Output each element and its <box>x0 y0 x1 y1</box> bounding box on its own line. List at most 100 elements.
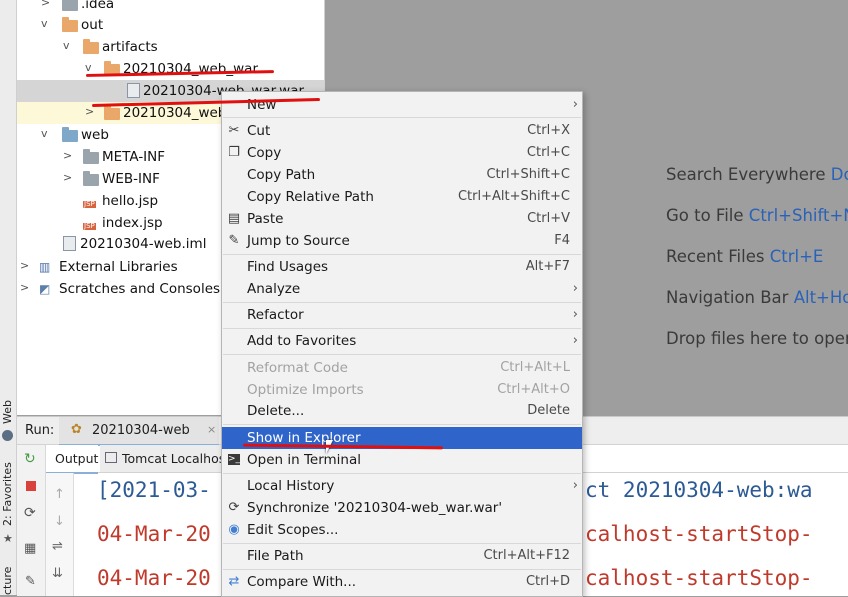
menu-item-delete[interactable]: Delete... Delete <box>222 400 582 422</box>
menu-item-local-history[interactable]: Local History › <box>222 475 582 497</box>
menu-item-find-usages[interactable]: Find Usages Alt+F7 <box>222 256 582 278</box>
structure-tool-tab[interactable]: cture <box>1 567 14 595</box>
log-line: [2021-03- <box>97 478 211 502</box>
scroll-to-end-icon[interactable]: ⇊ <box>52 566 63 581</box>
star-icon: ★ <box>3 532 13 545</box>
folder-icon <box>62 0 78 11</box>
chevron-right-icon: › <box>572 333 578 348</box>
chevron-down-icon[interactable]: v <box>85 62 95 73</box>
menu-separator <box>223 569 581 570</box>
log-icon <box>105 452 117 463</box>
tree-label: web <box>81 127 109 143</box>
tree-label: index.jsp <box>102 215 163 231</box>
scissors-icon: ✂ <box>228 123 240 138</box>
scratches-icon: ◩ <box>39 282 51 296</box>
tree-label: External Libraries <box>59 259 178 275</box>
tree-row-idea[interactable]: > .idea <box>17 0 324 15</box>
hint-drop-files: Drop files here to open <box>666 329 848 348</box>
console-toolbar: ↑ ↓ ⇌ ⇊ <box>46 473 74 596</box>
tomcat-icon: ✿ <box>71 422 82 437</box>
tree-label: .idea <box>81 0 115 12</box>
menu-item-add-to-favorites[interactable]: Add to Favorites › <box>222 330 582 352</box>
menu-item-synchronize[interactable]: ⟳ Synchronize '20210304-web_war.war' <box>222 497 582 519</box>
chevron-down-icon[interactable]: v <box>63 40 73 51</box>
menu-item-paste[interactable]: ▤ Paste Ctrl+V <box>222 208 582 230</box>
favorites-tool-tab[interactable]: 2: Favorites <box>1 462 14 526</box>
menu-item-compare-with[interactable]: ⇄ Compare With... Ctrl+D <box>222 571 582 593</box>
chevron-right-icon[interactable]: > <box>41 0 51 8</box>
tree-row-artifact-folder[interactable]: v 20210304_web_war <box>17 58 324 80</box>
menu-item-analyze[interactable]: Analyze › <box>222 278 582 300</box>
folder-icon <box>83 171 99 186</box>
chevron-right-icon: › <box>572 97 578 112</box>
menu-item-cut[interactable]: ✂ Cut Ctrl+X <box>222 120 582 142</box>
menu-item-refactor[interactable]: Refactor › <box>222 304 582 326</box>
folder-icon <box>104 105 120 120</box>
layout-icon[interactable]: ▦ <box>24 541 36 556</box>
compare-icon: ⇄ <box>228 574 240 589</box>
menu-item-copy-relative-path[interactable]: Copy Relative Path Ctrl+Alt+Shift+C <box>222 186 582 208</box>
menu-item-optimize-imports[interactable]: Optimize Imports Ctrl+Alt+O <box>222 379 582 401</box>
menu-item-copy-path[interactable]: Copy Path Ctrl+Shift+C <box>222 164 582 186</box>
chevron-down-icon[interactable]: v <box>41 18 51 29</box>
log-line-tail: calhost-startStop- <box>585 566 813 590</box>
log-line: 04-Mar-20 <box>97 566 211 590</box>
menu-item-file-path[interactable]: File Path Ctrl+Alt+F12 <box>222 545 582 567</box>
close-icon[interactable]: × <box>207 423 216 436</box>
menu-item-edit-scopes[interactable]: ◉ Edit Scopes... <box>222 519 582 541</box>
chevron-right-icon[interactable]: > <box>20 260 30 271</box>
tree-label: WEB-INF <box>102 171 160 187</box>
chevron-down-icon[interactable]: v <box>41 128 51 139</box>
hint-go-to-file: Go to File Ctrl+Shift+N <box>666 206 848 225</box>
web-globe-icon <box>2 430 13 441</box>
jsp-file-icon: JSP <box>83 200 96 208</box>
tree-label: artifacts <box>102 39 158 55</box>
down-arrow-icon[interactable]: ↓ <box>54 514 65 529</box>
tab-output[interactable]: Output <box>46 445 98 474</box>
update-icon[interactable]: ⟳ <box>24 505 36 521</box>
hint-recent-files: Recent Files Ctrl+E <box>666 247 824 266</box>
chevron-right-icon[interactable]: > <box>85 106 95 117</box>
hint-navigation-bar: Navigation Bar Alt+Ho <box>666 288 848 307</box>
archive-file-icon <box>127 83 140 98</box>
tree-row-artifacts[interactable]: v artifacts <box>17 36 324 58</box>
pencil-icon: ✎ <box>228 233 240 248</box>
menu-item-reformat-code[interactable]: Reformat Code Ctrl+Alt+L <box>222 357 582 379</box>
log-line: 04-Mar-20 <box>97 522 211 546</box>
log-line-tail: calhost-startStop- <box>585 522 813 546</box>
folder-icon <box>62 17 78 32</box>
chevron-right-icon: › <box>572 478 578 493</box>
soft-wrap-icon[interactable]: ⇌ <box>52 539 63 554</box>
menu-separator <box>223 117 581 118</box>
tree-label: out <box>81 17 104 33</box>
tree-label: META-INF <box>102 149 166 165</box>
rerun-icon[interactable]: ↻ <box>24 451 36 467</box>
context-menu: New › ✂ Cut Ctrl+X ❐ Copy Ctrl+C Copy Path C… <box>221 91 583 597</box>
web-tool-tab[interactable]: Web <box>1 400 14 424</box>
scope-icon: ◉ <box>228 522 240 537</box>
hint-search-everywhere: Search Everywhere Dou <box>666 165 848 184</box>
run-config-tab[interactable]: ✿ 20210304-web × <box>59 417 219 446</box>
chevron-right-icon[interactable]: > <box>63 150 73 161</box>
chevron-right-icon[interactable]: > <box>63 172 73 183</box>
menu-item-jump-to-source[interactable]: ✎ Jump to Source F4 <box>222 230 582 252</box>
menu-item-copy[interactable]: ❐ Copy Ctrl+C <box>222 142 582 164</box>
module-file-icon <box>63 236 76 251</box>
menu-item-open-in-terminal[interactable]: >_ Open in Terminal <box>222 449 582 471</box>
tree-row-out[interactable]: v out <box>17 14 324 36</box>
jsp-file-icon: JSP <box>83 222 96 230</box>
chevron-right-icon: › <box>572 307 578 322</box>
run-config-label: 20210304-web <box>92 423 190 438</box>
tree-label: 20210304_web_war <box>123 61 258 77</box>
menu-separator <box>223 424 581 425</box>
menu-separator <box>223 354 581 355</box>
stop-icon[interactable] <box>26 481 36 491</box>
chevron-right-icon[interactable]: > <box>20 282 30 293</box>
folder-icon <box>83 39 99 54</box>
menu-separator <box>223 328 581 329</box>
libraries-icon: ▥ <box>39 260 51 274</box>
pin-icon[interactable]: ✎ <box>25 574 36 589</box>
up-arrow-icon[interactable]: ↑ <box>54 487 65 502</box>
menu-separator <box>223 254 581 255</box>
menu-item-new[interactable]: New › <box>222 94 582 116</box>
